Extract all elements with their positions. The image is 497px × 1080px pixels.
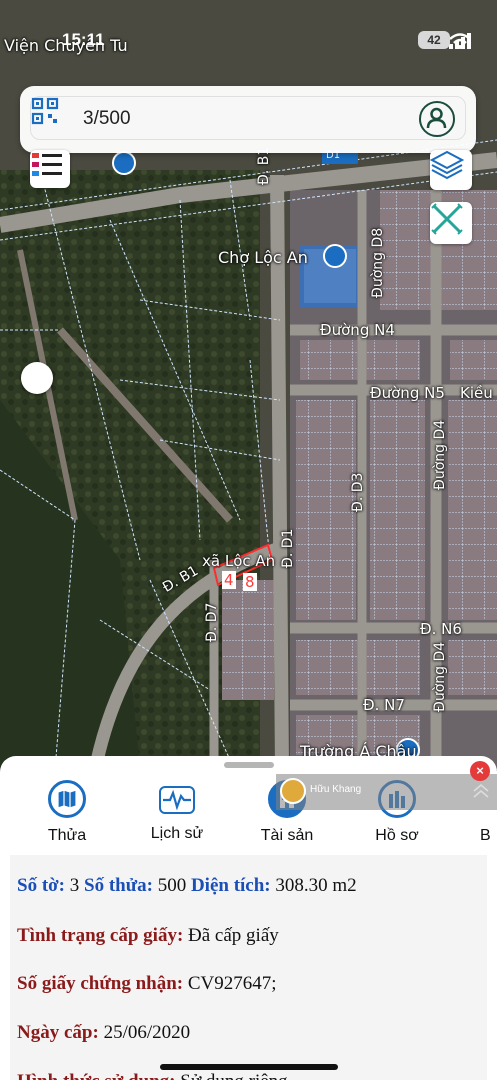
value-ngay-cap: 25/06/2020: [103, 1022, 191, 1043]
value-so-giay: CV927647;: [187, 973, 277, 994]
map-label-road-d4-bottom: Đường D4: [432, 641, 448, 712]
map-label-kieu: Kiều: [460, 384, 493, 402]
tab-lich-su[interactable]: Lịch sử: [132, 780, 222, 843]
value-hinh-thuc: Sử dụng riêng: [180, 1071, 287, 1080]
search-value: 3/500: [83, 108, 131, 129]
map-label-road-d8: Đường D8: [370, 227, 386, 298]
map-label-cho-loc-an: Chợ Lộc An: [218, 248, 308, 267]
tab-label: Thửa: [47, 827, 87, 844]
status-time: 15:11: [62, 30, 105, 49]
map-label-road-d1: Đ. D1: [280, 528, 296, 568]
label-dien-tich: Diện tích:: [190, 875, 271, 896]
layers-icon[interactable]: [430, 150, 472, 190]
chat-contact-name: Hữu Khang: [310, 784, 362, 795]
map-label-road-d3: Đ. D3: [350, 472, 366, 512]
tab-label: B: [480, 827, 491, 844]
row-parcel-summary: Số tờ: 3 Số thửa: 500 Diện tích: 308.30 …: [17, 875, 357, 897]
value-dien-tich: 308.30 m2: [275, 875, 357, 896]
avatar: [280, 778, 306, 804]
value-so-to: 3: [69, 875, 80, 896]
parcel-info-panel: Thửa Lịch sử Tài sản Hồ sơ B Hữu Khang ×…: [0, 756, 497, 1080]
search-input[interactable]: 3/500: [30, 96, 466, 140]
measure-tool-icon[interactable]: [430, 202, 472, 244]
value-tinh-trang: Đã cấp giấy: [188, 925, 279, 946]
chevrons-up-icon[interactable]: [472, 782, 490, 802]
map-label-road-d4-top: Đường D4: [432, 419, 448, 490]
label-so-to: Số tờ:: [17, 875, 65, 896]
user-profile-icon[interactable]: [419, 101, 455, 137]
tab-label: Hồ sơ: [375, 827, 419, 844]
map-label-road-n5: Đường N5: [370, 384, 445, 402]
label-so-giay: Số giấy chứng nhận:: [17, 973, 184, 994]
label-so-thua: Số thửa:: [84, 875, 153, 896]
tab-label: Lịch sử: [150, 825, 204, 842]
floating-chat-chip[interactable]: Hữu Khang: [276, 774, 497, 810]
row-hinh-thuc: Hình thức sử dụng: Sử dụng riêng: [17, 1071, 288, 1080]
map-drawer-toggle[interactable]: [21, 362, 53, 394]
wifi-icon: [449, 33, 471, 49]
row-ngay-cap: Ngày cấp: 25/06/2020: [17, 1022, 190, 1044]
parcel-number-8[interactable]: 8: [243, 573, 257, 591]
home-indicator[interactable]: [160, 1064, 338, 1070]
qr-scan-icon[interactable]: [31, 97, 59, 125]
map-icon: [48, 780, 86, 818]
tab-thua[interactable]: Thửa: [22, 780, 112, 845]
search-card: 3/500: [20, 86, 476, 153]
value-so-thua: 500: [157, 875, 187, 896]
tab-label: Tài sản: [260, 827, 314, 844]
map-label-road-n6: Đ. N6: [420, 620, 462, 638]
map-label-road-n4: Đường N4: [320, 321, 395, 339]
label-tinh-trang: Tình trạng cấp giấy:: [17, 925, 184, 946]
close-icon[interactable]: ×: [470, 761, 490, 781]
map-label-road-n7: Đ. N7: [363, 696, 405, 714]
pulse-icon: [159, 786, 195, 814]
row-tinh-trang: Tình trạng cấp giấy: Đã cấp giấy: [17, 925, 279, 947]
battery-indicator: 42: [418, 31, 450, 49]
legend-list-icon[interactable]: [30, 150, 70, 188]
label-hinh-thuc: Hình thức sử dụng:: [17, 1071, 176, 1080]
map-label-road-d7: Đ. D7: [204, 602, 220, 642]
map-label-xa-loc-an: xã Lộc An: [202, 552, 276, 570]
parcel-details: Số tờ: 3 Số thửa: 500 Diện tích: 308.30 …: [10, 855, 487, 1080]
panel-drag-handle[interactable]: [224, 762, 274, 768]
parcel-number-4[interactable]: 4: [222, 571, 236, 589]
label-ngay-cap: Ngày cấp:: [17, 1022, 99, 1043]
row-so-giay: Số giấy chứng nhận: CV927647;: [17, 973, 277, 995]
map-view[interactable]: Viện Chuyên Tu Chợ Lộc An Đ. B1 Đường D8…: [0, 0, 497, 770]
